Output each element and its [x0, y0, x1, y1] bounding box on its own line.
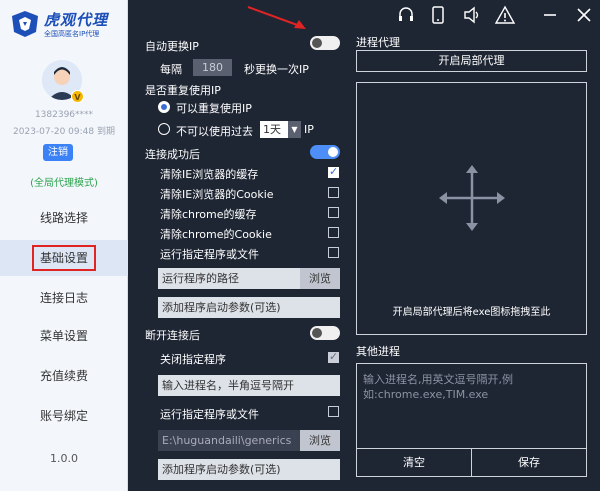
nav-label: 基础设置 — [31, 245, 96, 271]
nav-label: 线路选择 — [39, 211, 88, 225]
vip-badge: V — [71, 90, 84, 103]
reuse-allowed-label: 可以重复使用IP — [176, 102, 252, 115]
brand-subtitle: 全国高匿名IP代理 — [44, 30, 100, 38]
nav-account-binding[interactable]: 账号绑定 — [0, 398, 128, 434]
sidebar: 虎观代理 全国高匿名IP代理 V 1382396**** 2023-07-20 … — [0, 0, 128, 491]
move-arrows-icon — [439, 165, 505, 231]
add-params-input-2[interactable]: 添加程序启动参数(可选) — [158, 459, 340, 480]
program-path-input-2[interactable]: E:\huguandaili\generics — [158, 430, 300, 451]
clear-ie-cache-checkbox[interactable] — [328, 165, 339, 178]
on-disconnect-label: 断开连接后 — [145, 329, 200, 342]
clear-button[interactable]: 清空 — [356, 448, 472, 477]
volume-icon[interactable] — [462, 5, 482, 25]
nav-basic-settings[interactable]: 基础设置 — [0, 240, 128, 276]
process-proxy-label: 进程代理 — [356, 36, 400, 49]
other-process-label: 其他进程 — [356, 345, 400, 358]
clear-chrome-cache-label: 清除chrome的缓存 — [160, 208, 257, 221]
nav-recharge[interactable]: 充值续费 — [0, 358, 128, 394]
clear-ie-cookie-checkbox[interactable] — [328, 187, 339, 198]
nav-connection-log[interactable]: 连接日志 — [0, 280, 128, 316]
version-label: 1.0.0 — [50, 452, 78, 465]
clear-chrome-cookie-checkbox[interactable] — [328, 227, 339, 238]
reuse-label: 是否重复使用IP — [145, 84, 221, 97]
reuse-suffix: IP — [304, 123, 314, 136]
interval-input[interactable]: 180 — [193, 59, 232, 76]
enable-local-proxy-button[interactable]: 开启局部代理 — [356, 50, 587, 72]
nav-label: 账号绑定 — [39, 409, 88, 423]
reuse-forbidden-radio[interactable] — [158, 123, 170, 135]
reuse-period-value: 1天 — [263, 123, 281, 136]
nav-label: 连接日志 — [39, 291, 88, 305]
user-phone: 1382396**** — [34, 110, 94, 120]
nav-menu-settings[interactable]: 菜单设置 — [0, 318, 128, 354]
nav-label: 充值续费 — [39, 369, 88, 383]
clear-chrome-cache-checkbox[interactable] — [328, 207, 339, 218]
logout-button[interactable]: 注销 — [43, 144, 73, 161]
interval-suffix: 秒更换一次IP — [244, 63, 309, 76]
browse-button[interactable]: 浏览 — [300, 268, 340, 289]
reuse-allowed-radio[interactable] — [158, 101, 170, 113]
nav-label: 菜单设置 — [39, 329, 88, 343]
clear-chrome-cookie-label: 清除chrome的Cookie — [160, 228, 272, 241]
headset-icon[interactable] — [396, 5, 416, 25]
on-disconnect-toggle[interactable] — [310, 326, 340, 340]
user-expire-date: 2023-07-20 09:48 到期 — [13, 127, 115, 137]
annotation-arrow-icon — [247, 6, 306, 29]
interval-prefix: 每隔 — [160, 63, 182, 76]
close-program-checkbox[interactable] — [328, 350, 339, 363]
save-button[interactable]: 保存 — [471, 448, 587, 477]
exe-drop-zone[interactable]: 开启局部代理后将exe图标拖拽至此 — [356, 82, 587, 335]
run-program-label: 运行指定程序或文件 — [160, 248, 259, 261]
proxy-mode-label: (全局代理模式) — [30, 178, 98, 189]
minimize-icon[interactable] — [540, 5, 560, 25]
on-connect-toggle[interactable] — [310, 145, 340, 159]
brand-title: 虎观代理 — [44, 11, 109, 29]
clear-ie-cache-label: 清除IE浏览器的缓存 — [160, 168, 259, 181]
brand-logo: 虎观代理 全国高匿名IP代理 — [10, 8, 122, 42]
run-program-checkbox[interactable] — [328, 247, 339, 258]
clear-ie-cookie-label: 清除IE浏览器的Cookie — [160, 188, 274, 201]
browse-button-2[interactable]: 浏览 — [300, 430, 340, 451]
run-program-checkbox-2[interactable] — [328, 406, 339, 417]
close-icon[interactable] — [574, 5, 594, 25]
program-path-input[interactable]: 运行程序的路径 — [158, 268, 300, 289]
other-process-placeholder: 输入进程名,用英文逗号隔开,例如:chrome.exe,TIM.exe — [363, 373, 513, 401]
reuse-period-select[interactable]: 1天 ▼ — [260, 121, 301, 138]
on-connect-label: 连接成功后 — [145, 148, 200, 161]
process-name-input[interactable]: 输入进程名，半角逗号隔开 — [158, 375, 340, 396]
nav-route-select[interactable]: 线路选择 — [0, 200, 128, 236]
warning-icon[interactable] — [495, 5, 515, 25]
tiger-logo-icon — [12, 11, 38, 37]
reuse-forbidden-label: 不可以使用过去 — [176, 125, 253, 138]
auto-switch-label: 自动更换IP — [145, 40, 199, 53]
chevron-down-icon: ▼ — [288, 121, 301, 138]
close-program-label: 关闭指定程序 — [160, 353, 226, 366]
tablet-icon[interactable] — [428, 5, 448, 25]
add-params-input[interactable]: 添加程序启动参数(可选) — [158, 297, 340, 318]
run-program-label-2: 运行指定程序或文件 — [160, 408, 259, 421]
auto-switch-toggle[interactable] — [310, 36, 340, 50]
drop-hint: 开启局部代理后将exe图标拖拽至此 — [392, 307, 551, 318]
